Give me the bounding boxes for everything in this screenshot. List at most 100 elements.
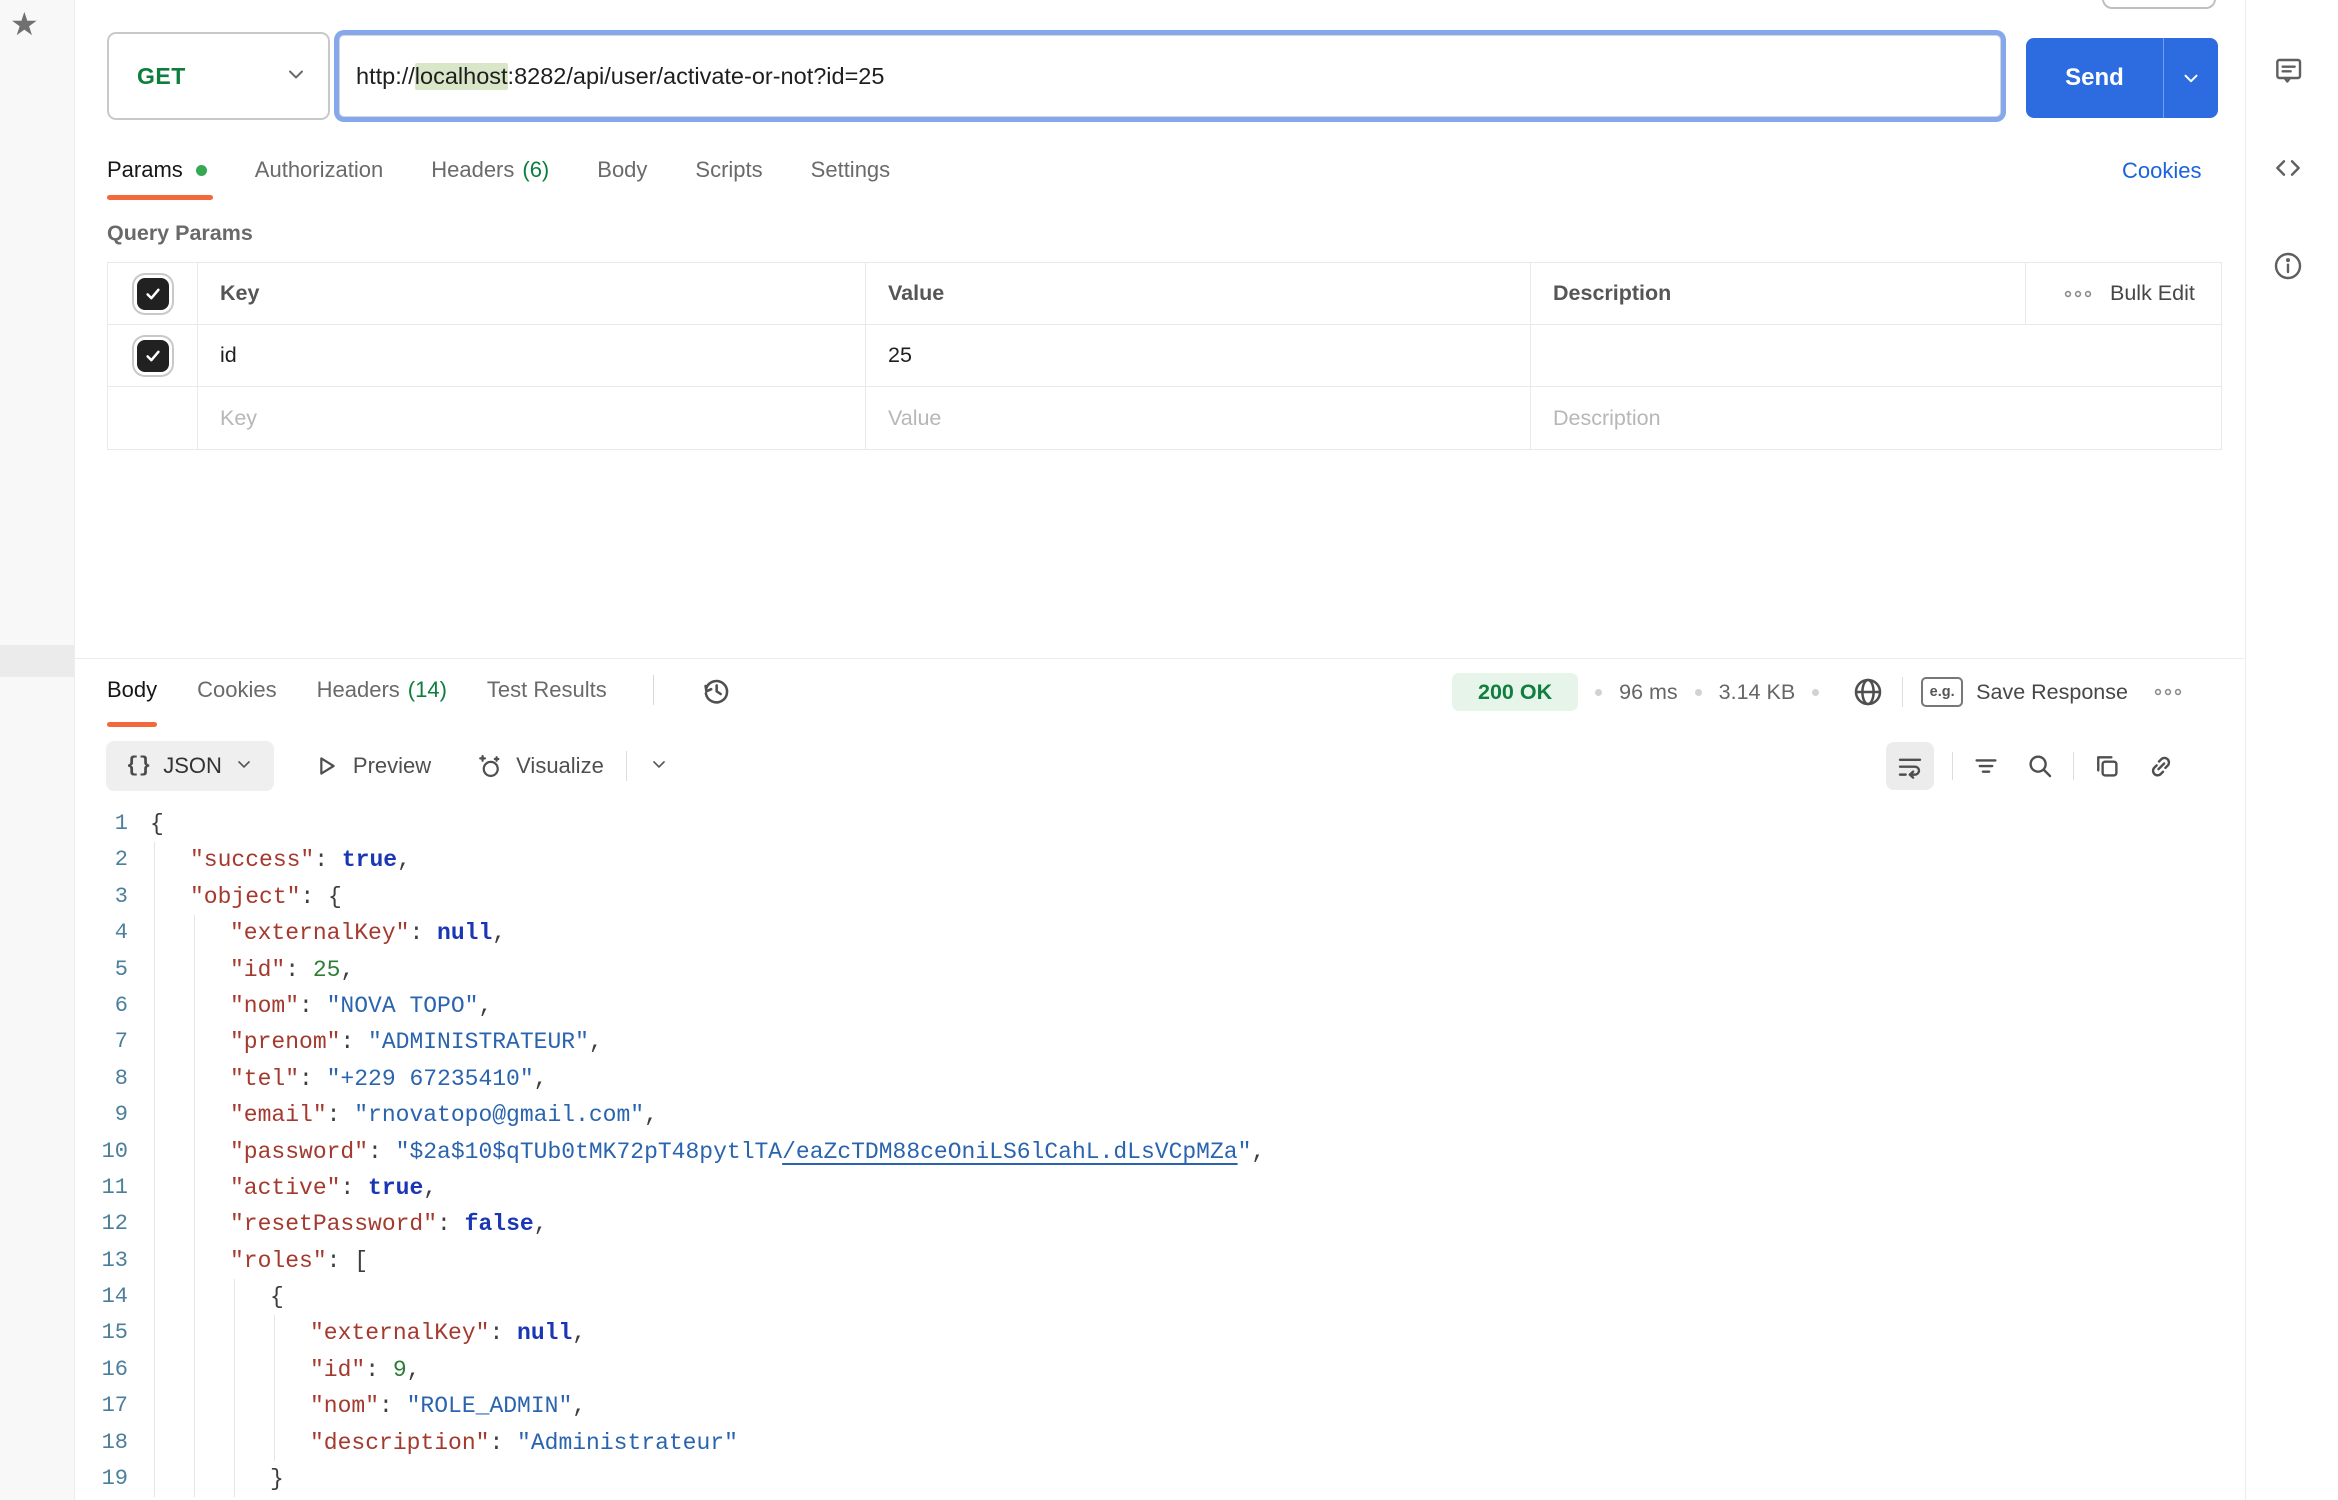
- example-badge-icon[interactable]: e.g.: [1921, 677, 1963, 707]
- line-number: 3: [75, 879, 128, 915]
- cookies-link[interactable]: Cookies: [2122, 158, 2201, 184]
- code-token: ,: [1251, 1139, 1265, 1165]
- tab-settings[interactable]: Settings: [811, 157, 891, 183]
- code-text: "object": {: [150, 879, 342, 915]
- more-dots-icon[interactable]: [2152, 684, 2184, 700]
- url-segment: http://: [356, 63, 415, 90]
- response-tab-test-results[interactable]: Test Results: [487, 677, 607, 703]
- code-token: :: [489, 1320, 517, 1346]
- response-tab-headers[interactable]: Headers(14): [317, 677, 447, 703]
- param-key-cell[interactable]: id: [198, 325, 866, 387]
- globe-icon[interactable]: [1852, 676, 1884, 708]
- param-key-cell[interactable]: Key: [198, 387, 866, 449]
- code-snippet-icon[interactable]: [2266, 146, 2310, 190]
- code-token: "active": [230, 1175, 340, 1201]
- code-line: 11"active": true,: [75, 1170, 2244, 1206]
- save-response-button[interactable]: Save Response: [1976, 680, 2128, 705]
- tab-body[interactable]: Body: [597, 157, 647, 183]
- code-token: ,: [644, 1102, 658, 1128]
- response-body-editor[interactable]: 1{2"success": true,3"object": {4"externa…: [75, 806, 2244, 1500]
- code-token: :: [489, 1430, 517, 1456]
- filter-icon[interactable]: [1971, 751, 2001, 781]
- detected-link[interactable]: /eaZcTDM88ceOniLS6lCahL.dLsVCpMZa: [782, 1139, 1237, 1165]
- param-row-checkbox-cell: [108, 325, 198, 387]
- code-line: 19}: [75, 1461, 2244, 1497]
- code-line: 2"success": true,: [75, 842, 2244, 878]
- tab-scripts[interactable]: Scripts: [695, 157, 762, 183]
- checkbox-check-icon: [143, 346, 163, 366]
- preview-button[interactable]: Preview: [312, 752, 431, 780]
- visualize-button[interactable]: Visualize: [475, 752, 604, 780]
- code-text: {: [150, 1279, 284, 1315]
- active-tab-underline: [107, 195, 213, 200]
- method-select[interactable]: GET: [107, 32, 330, 120]
- code-line: 14{: [75, 1279, 2244, 1315]
- param-description-cell[interactable]: [1531, 325, 2221, 387]
- info-icon[interactable]: [2266, 244, 2310, 288]
- column-header-key: Key: [198, 263, 866, 325]
- search-icon[interactable]: [2025, 751, 2055, 781]
- active-response-tab-underline: [107, 722, 157, 727]
- code-token: :: [327, 1102, 355, 1128]
- code-token: ": [1238, 1139, 1252, 1165]
- code-text: "email": "rnovatopo@gmail.com",: [150, 1097, 658, 1133]
- row-checkbox[interactable]: [137, 340, 169, 372]
- code-token: "object": [190, 884, 300, 910]
- copy-icon[interactable]: [2092, 751, 2122, 781]
- code-line: 8"tel": "+229 67235410",: [75, 1061, 2244, 1097]
- code-token: ,: [340, 957, 354, 983]
- truncated-top-button: [2102, 0, 2216, 9]
- url-input[interactable]: http://localhost:8282/api/user/activate-…: [339, 35, 2001, 117]
- code-line: 5"id": 25,: [75, 952, 2244, 988]
- code-text: {: [150, 806, 164, 842]
- code-text: "tel": "+229 67235410",: [150, 1061, 547, 1097]
- code-text: "resetPassword": false,: [150, 1206, 547, 1242]
- row-checkbox[interactable]: [137, 278, 169, 310]
- braces-icon: {}: [126, 755, 151, 778]
- play-icon: [312, 752, 340, 780]
- code-token: :: [409, 920, 437, 946]
- code-token: "prenom": [230, 1029, 340, 1055]
- param-description-cell[interactable]: Description: [1531, 387, 2221, 449]
- wrap-lines-icon[interactable]: [1886, 742, 1934, 790]
- star-icon[interactable]: ★: [10, 8, 39, 40]
- code-token: ,: [534, 1066, 548, 1092]
- send-button[interactable]: Send: [2026, 38, 2218, 118]
- tab-label: Headers: [317, 677, 400, 703]
- code-token: "id": [310, 1357, 365, 1383]
- tab-params[interactable]: Params: [107, 157, 207, 183]
- link-icon[interactable]: [2146, 751, 2176, 781]
- code-token: "ROLE_ADMIN": [407, 1393, 573, 1419]
- code-token: "NOVA TOPO": [327, 993, 479, 1019]
- history-icon[interactable]: [700, 674, 732, 706]
- send-button-label: Send: [2026, 38, 2163, 118]
- param-value-cell[interactable]: Value: [866, 387, 1531, 449]
- response-tab-body[interactable]: Body: [107, 677, 157, 703]
- sidebar-selection-block: [0, 645, 74, 677]
- send-options-dropdown[interactable]: [2164, 38, 2218, 118]
- code-token: "Administrateur": [517, 1430, 738, 1456]
- line-number: 5: [75, 952, 128, 988]
- code-token: ,: [572, 1320, 586, 1346]
- comment-icon[interactable]: [2266, 48, 2310, 92]
- visualize-wand-icon: [475, 752, 503, 780]
- code-token: "email": [230, 1102, 327, 1128]
- status-badge[interactable]: 200 OK: [1452, 673, 1578, 711]
- query-params-title: Query Params: [107, 221, 253, 246]
- format-select[interactable]: {} JSON: [106, 741, 274, 791]
- code-line: 6"nom": "NOVA TOPO",: [75, 988, 2244, 1024]
- tab-authorization[interactable]: Authorization: [255, 157, 383, 183]
- pane-divider[interactable]: [75, 658, 2244, 659]
- bulk-edit-button[interactable]: Bulk Edit: [2038, 281, 2195, 306]
- param-value-cell[interactable]: 25: [866, 325, 1531, 387]
- tab-label: Test Results: [487, 677, 607, 703]
- response-tab-cookies[interactable]: Cookies: [197, 677, 276, 703]
- code-line: 10"password": "$2a$10$qTUb0tMK72pT48pytl…: [75, 1134, 2244, 1170]
- code-token: null: [517, 1320, 572, 1346]
- code-text: "success": true,: [150, 842, 411, 878]
- tab-headers[interactable]: Headers(6): [431, 157, 549, 183]
- tab-label: Settings: [811, 157, 891, 183]
- code-token: 9: [393, 1357, 407, 1383]
- vertical-separator: [1952, 752, 1953, 780]
- chevron-down-icon[interactable]: [649, 754, 669, 779]
